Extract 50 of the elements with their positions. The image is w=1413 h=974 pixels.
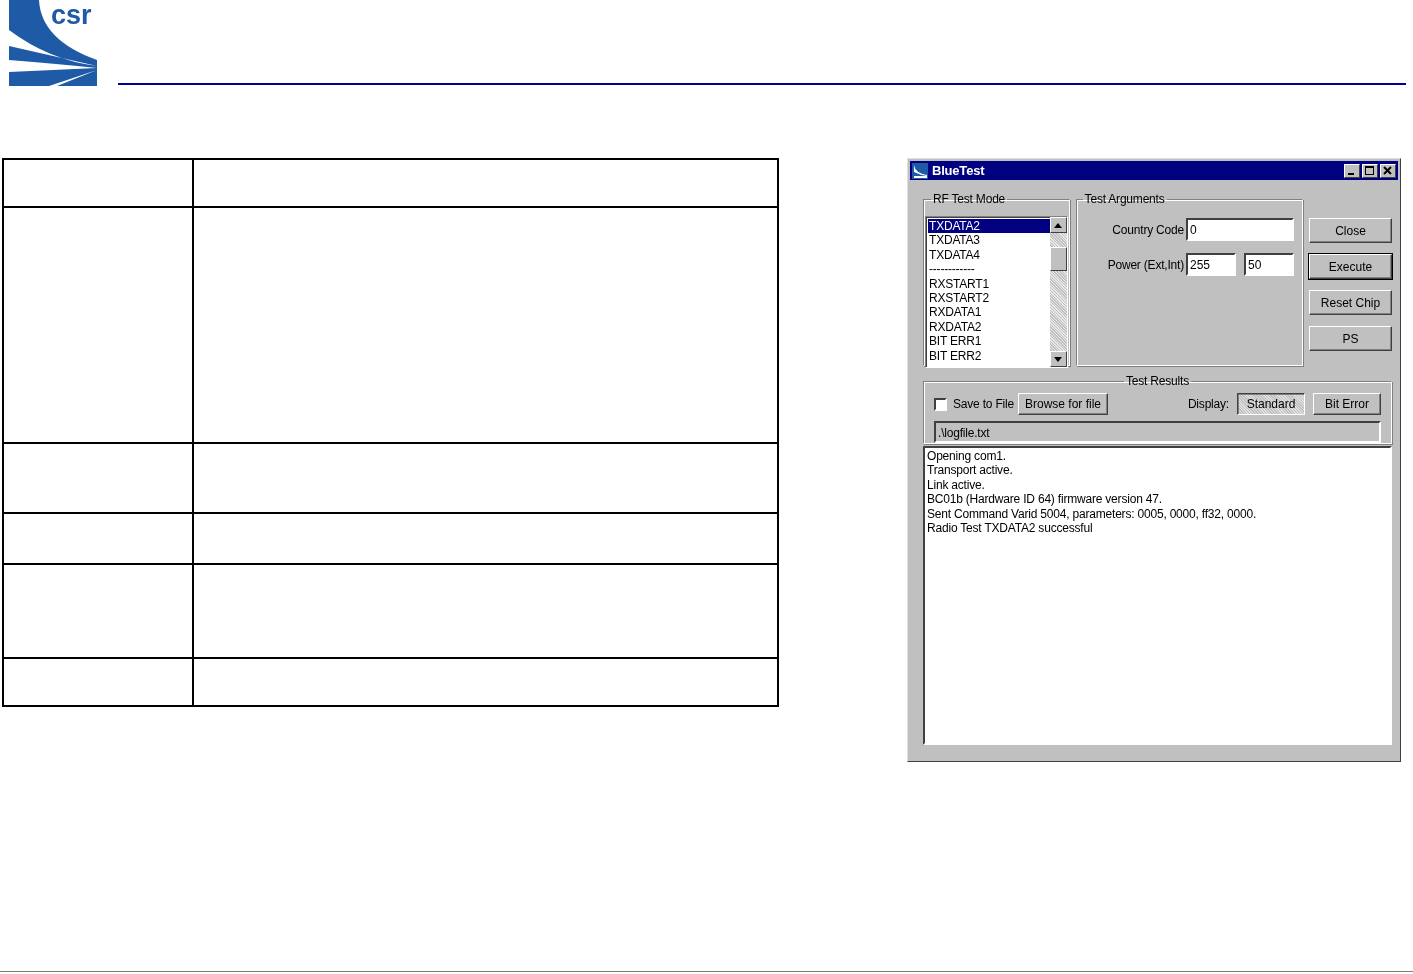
group-label: Test Arguments [1083, 192, 1166, 206]
field-label: Country Code [1112, 222, 1184, 237]
display-toggle-button[interactable]: Standard [1237, 393, 1305, 415]
list-item[interactable]: RXSTART1 [928, 276, 1050, 291]
list-item[interactable]: RXSTART2 [928, 290, 1050, 306]
dialog-button[interactable]: Reset Chip [1309, 290, 1392, 315]
log-line: Sent Command Varid 5004, parameters: 0005, 0000, ff32, 0000. [927, 506, 1258, 522]
window-title: BlueTest [932, 163, 985, 178]
log-line: BC01b (Hardware ID 64) firmware version 47. [927, 492, 1163, 507]
group-label: RF Test Mode [932, 192, 1007, 206]
list-item[interactable]: RXDATA2 [928, 319, 1050, 335]
browse-button[interactable]: Browse for file [1017, 393, 1108, 415]
maximize-button[interactable] [1362, 163, 1378, 178]
logo-swoosh-icon [9, 0, 99, 86]
log-line: Radio Test TXDATA2 successful [927, 521, 1094, 536]
close-button[interactable] [1380, 163, 1396, 178]
list-item[interactable]: BIT ERR1 [928, 334, 1050, 349]
list-item[interactable]: TXDATA2 [928, 219, 1050, 234]
dialog-button[interactable]: Close [1309, 218, 1392, 243]
dialog-button[interactable]: Execute [1309, 254, 1392, 279]
close-icon [1383, 165, 1393, 176]
test-mode-list[interactable]: TXDATA2 TXDATA3 TXDATA4 ------------ RXSTART1 RXSTART2 RXDATA1 RXDATA2 BIT ERR1 BIT ERR2 [925, 216, 1068, 368]
dialog-button[interactable]: PS [1309, 326, 1392, 351]
group-label: Test Results [1125, 374, 1190, 388]
display-label: Display: [1187, 397, 1229, 411]
app-icon [912, 162, 928, 179]
logo-text: csr [51, 0, 92, 30]
list-item[interactable]: TXDATA3 [928, 233, 1050, 248]
display-toggle-button[interactable]: Bit Error [1313, 393, 1381, 415]
log-line: Link active. [927, 477, 986, 493]
field-label: Power (Ext,Int) [1107, 257, 1184, 272]
checkbox-label: Save to File [953, 397, 1014, 411]
up-arrow-icon [1054, 222, 1063, 228]
save-to-file-checkbox[interactable] [934, 397, 947, 411]
list-item[interactable]: TXDATA4 [928, 247, 1050, 263]
scrollbar-thumb[interactable] [1049, 247, 1067, 271]
log-line: Transport active. [927, 463, 1014, 478]
power-ext-field[interactable]: 255 [1186, 253, 1236, 276]
maximize-icon [1365, 165, 1375, 176]
list-item[interactable]: RXDATA1 [928, 305, 1050, 320]
power-int-field[interactable]: 50 [1244, 253, 1294, 276]
minimize-button[interactable] [1344, 163, 1360, 178]
scrollbar[interactable] [1049, 217, 1067, 367]
minimize-icon [1348, 173, 1354, 175]
list-item[interactable]: BIT ERR2 [928, 348, 1050, 363]
down-arrow-icon [1054, 356, 1063, 362]
file-path-field[interactable]: .\logfile.txt [934, 421, 1381, 443]
log-line: Opening com1. [927, 449, 1007, 464]
list-item[interactable]: ------------ [928, 262, 1050, 277]
country-code-field[interactable]: 0 [1186, 218, 1294, 241]
